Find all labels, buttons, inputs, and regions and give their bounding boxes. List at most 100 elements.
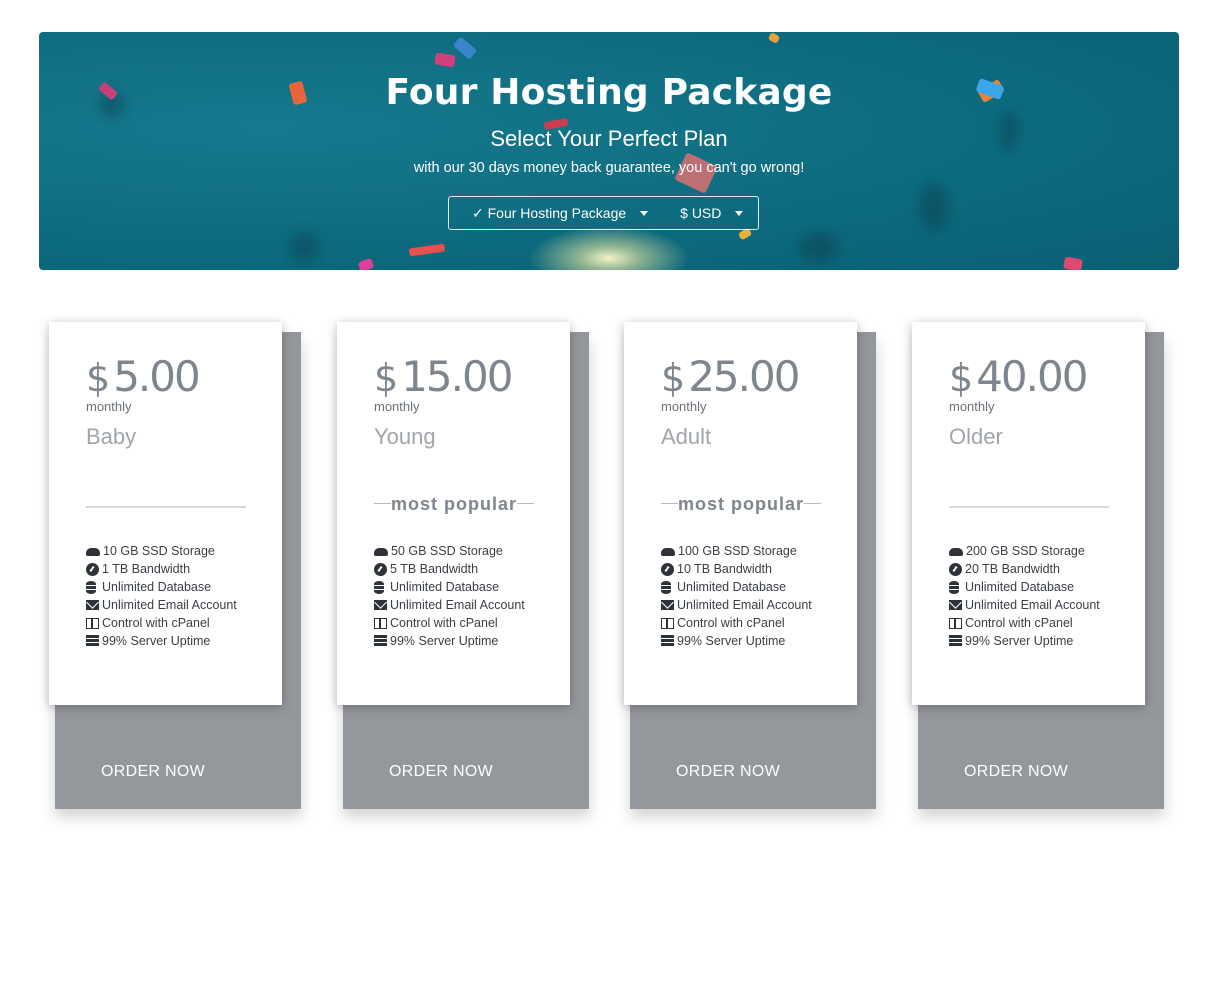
feature-text: 10 GB SSD Storage [103, 544, 215, 558]
feature-list: 200 GB SSD Storage 20 TB Bandwidth Unlimit… [949, 542, 1100, 650]
feature-item: 10 GB SSD Storage [86, 542, 237, 560]
plan-card-body: $40.00 monthly Older 200 GB SSD Storage 2… [912, 322, 1145, 705]
feature-item: 5 TB Bandwidth [374, 560, 525, 578]
feature-text: Control with cPanel [677, 616, 785, 630]
plan-name: Young [374, 424, 436, 449]
plan-name: Adult [661, 424, 712, 449]
envelope-icon [949, 600, 962, 610]
plan-card-body: $25.00 monthly Adult 100 GB SSD Storage 1… [624, 322, 857, 705]
feature-item: Unlimited Database [374, 578, 525, 596]
plan-card: ORDER NOW $40.00 monthly Older 200 GB SS… [912, 322, 1164, 810]
feature-text: 50 GB SSD Storage [391, 544, 503, 558]
columns-icon [86, 617, 99, 629]
hero-banner: Four Hosting Package Select Your Perfect… [39, 32, 1179, 270]
database-icon [661, 580, 671, 594]
envelope-icon [374, 600, 387, 610]
feature-item: 99% Server Uptime [374, 632, 525, 650]
feature-item: Control with cPanel [86, 614, 237, 632]
price-amount: 40.00 [976, 352, 1088, 401]
feature-item: Control with cPanel [374, 614, 525, 632]
package-dropdown-label: ✓ Four Hosting Package [472, 204, 627, 221]
price-amount: 15.00 [401, 352, 513, 401]
feature-text: 5 TB Bandwidth [390, 562, 479, 576]
feature-item: 99% Server Uptime [661, 632, 812, 650]
most-popular-label: most popular [374, 494, 534, 515]
order-now-button[interactable]: ORDER NOW [389, 763, 493, 781]
database-icon [949, 580, 959, 594]
hero-title: Four Hosting Package [385, 72, 833, 113]
feature-text: 99% Server Uptime [677, 634, 786, 648]
feature-item: Unlimited Email Account [86, 596, 237, 614]
feature-item: Control with cPanel [661, 614, 812, 632]
feature-text: Unlimited Database [677, 580, 787, 594]
order-now-button[interactable]: ORDER NOW [676, 763, 780, 781]
server-icon [86, 635, 99, 647]
feature-text: Unlimited Email Account [677, 598, 812, 612]
feature-item: 1 TB Bandwidth [86, 560, 237, 578]
feature-text: 99% Server Uptime [102, 634, 211, 648]
feature-item: 200 GB SSD Storage [949, 542, 1100, 560]
feature-text: Control with cPanel [390, 616, 498, 630]
feature-text: 99% Server Uptime [965, 634, 1074, 648]
hdd-icon [86, 548, 100, 556]
database-icon [374, 580, 384, 594]
price-currency: $ [86, 356, 111, 400]
database-icon [86, 580, 96, 594]
hdd-icon [374, 548, 388, 556]
order-now-button[interactable]: ORDER NOW [964, 763, 1068, 781]
chevron-down-icon [640, 210, 649, 216]
feature-text: Unlimited Database [390, 580, 500, 594]
columns-icon [949, 617, 962, 629]
plan-card-body: $5.00 monthly Baby 10 GB SSD Storage 1 TB… [49, 322, 282, 705]
plan-period: monthly [86, 399, 132, 414]
gauge-icon [86, 562, 99, 576]
feature-list: 50 GB SSD Storage 5 TB Bandwidth Unlimited… [374, 542, 525, 650]
plan-card: ORDER NOW $25.00 monthly Adult 100 GB SS… [624, 322, 876, 810]
currency-dropdown-label: $ USD [680, 205, 722, 221]
feature-text: Unlimited Database [102, 580, 212, 594]
hero-note: with our 30 days money back guarantee, y… [413, 160, 805, 176]
feature-text: Control with cPanel [102, 616, 210, 630]
envelope-icon [86, 600, 99, 610]
plan-price: $15.00 [374, 352, 513, 401]
feature-item: 10 TB Bandwidth [661, 560, 812, 578]
plan-divider [949, 506, 1109, 508]
feature-item: 50 GB SSD Storage [374, 542, 525, 560]
feature-list: 10 GB SSD Storage 1 TB Bandwidth Unlimited… [86, 542, 237, 650]
feature-item: Unlimited Database [949, 578, 1100, 596]
package-dropdown[interactable]: ✓ Four Hosting Package [472, 204, 649, 222]
server-icon [949, 635, 962, 647]
price-currency: $ [374, 356, 399, 400]
plan-period: monthly [374, 399, 420, 414]
chevron-down-icon [735, 210, 744, 216]
envelope-icon [661, 600, 674, 610]
feature-item: Control with cPanel [949, 614, 1100, 632]
order-now-button[interactable]: ORDER NOW [101, 763, 205, 781]
feature-item: Unlimited Database [661, 578, 812, 596]
plan-selector: ✓ Four Hosting Package $ USD [448, 196, 759, 230]
feature-item: 100 GB SSD Storage [661, 542, 812, 560]
feature-text: 1 TB Bandwidth [102, 562, 191, 576]
feature-item: 99% Server Uptime [86, 632, 237, 650]
plan-price: $25.00 [661, 352, 800, 401]
currency-dropdown[interactable]: $ USD [680, 205, 744, 221]
plan-name: Baby [86, 424, 137, 449]
plan-name: Older [949, 424, 1003, 449]
feature-item: Unlimited Email Account [949, 596, 1100, 614]
feature-text: 200 GB SSD Storage [966, 544, 1085, 558]
feature-item: Unlimited Email Account [374, 596, 525, 614]
hero-subtitle: Select Your Perfect Plan [490, 126, 728, 151]
server-icon [661, 635, 674, 647]
price-amount: 5.00 [113, 352, 201, 401]
feature-item: Unlimited Email Account [661, 596, 812, 614]
plan-card: ORDER NOW $5.00 monthly Baby 10 GB SSD S… [49, 322, 301, 810]
gauge-icon [661, 562, 674, 576]
feature-item: 20 TB Bandwidth [949, 560, 1100, 578]
feature-text: Unlimited Email Account [102, 598, 237, 612]
feature-text: 10 TB Bandwidth [677, 562, 772, 576]
hdd-icon [661, 548, 675, 556]
price-currency: $ [661, 356, 686, 400]
feature-list: 100 GB SSD Storage 10 TB Bandwidth Unlimit… [661, 542, 812, 650]
hdd-icon [949, 548, 963, 556]
plan-period: monthly [949, 399, 995, 414]
